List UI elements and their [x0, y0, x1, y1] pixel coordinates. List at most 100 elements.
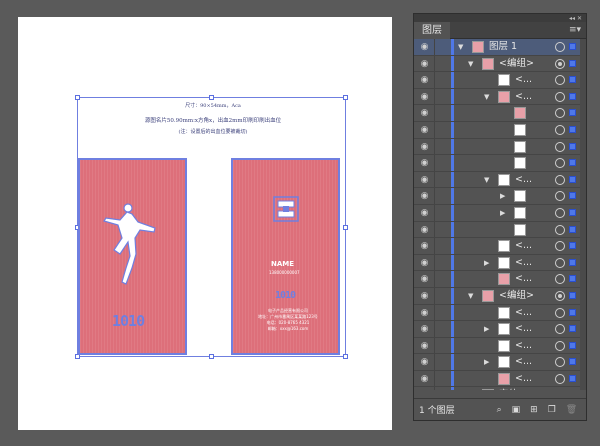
lock-toggle[interactable]: [434, 321, 435, 337]
target-circle-icon[interactable]: [555, 174, 565, 185]
target-circle-icon[interactable]: [555, 241, 565, 252]
layer-row[interactable]: ◉: [414, 121, 586, 139]
selection-indicator[interactable]: [569, 358, 576, 366]
lock-toggle[interactable]: [434, 287, 435, 304]
layer-name[interactable]: <...: [515, 273, 532, 285]
selection-indicator[interactable]: [569, 341, 576, 349]
selection-indicator[interactable]: [569, 175, 576, 183]
chevron-down-icon[interactable]: ▼: [484, 93, 489, 101]
selection-indicator[interactable]: [569, 225, 576, 233]
selection-indicator[interactable]: [569, 159, 576, 167]
layer-row[interactable]: ◉ <...: [414, 337, 586, 355]
resize-handle-bc[interactable]: [209, 354, 214, 359]
lock-toggle[interactable]: [434, 72, 435, 88]
layer-row[interactable]: ◉ ▼ <编组>: [414, 287, 586, 305]
target-circle-icon[interactable]: [555, 224, 565, 235]
layer-row[interactable]: ◉ ▶ <...: [414, 254, 586, 272]
visibility-eye-icon[interactable]: ◉: [419, 258, 430, 268]
visibility-eye-icon[interactable]: ◉: [419, 42, 430, 52]
lock-toggle[interactable]: [434, 254, 435, 271]
lock-toggle[interactable]: [434, 204, 435, 221]
visibility-eye-icon[interactable]: ◉: [419, 92, 430, 102]
selection-indicator[interactable]: [569, 109, 576, 117]
layer-row[interactable]: ◉ ▶: [414, 204, 586, 222]
new-sublayer-icon[interactable]: ⊞: [530, 405, 538, 415]
business-card-front[interactable]: 1010: [78, 158, 187, 355]
visibility-eye-icon[interactable]: ◉: [419, 75, 430, 85]
target-circle-icon[interactable]: [555, 158, 565, 169]
visibility-eye-icon[interactable]: ◉: [419, 108, 430, 118]
visibility-eye-icon[interactable]: ◉: [419, 357, 430, 367]
visibility-eye-icon[interactable]: ◉: [419, 59, 430, 69]
target-circle-icon[interactable]: [555, 207, 565, 218]
delete-icon[interactable]: 🗑: [566, 405, 577, 415]
layer-name[interactable]: <...: [515, 373, 532, 385]
selection-indicator[interactable]: [569, 76, 576, 84]
lock-toggle[interactable]: [434, 88, 435, 105]
visibility-eye-icon[interactable]: ◉: [419, 225, 430, 235]
selection-indicator[interactable]: [569, 242, 576, 250]
chevron-down-icon[interactable]: ▼: [484, 176, 489, 184]
collapse-panel-icon[interactable]: ◂◂ ✕: [569, 15, 582, 22]
lock-toggle[interactable]: [434, 188, 435, 204]
visibility-eye-icon[interactable]: ◉: [419, 291, 430, 301]
chevron-right-icon[interactable]: ▶: [500, 209, 505, 217]
artboard[interactable]: 尺寸：90×54mm，Aca 源图名片50.90mm:ⅹ方角x，出血2mm印刷印…: [18, 17, 392, 430]
panel-menu-icon[interactable]: ≡▾: [569, 25, 586, 35]
selection-indicator[interactable]: [569, 208, 576, 216]
layer-row[interactable]: ◉ ▶ <...: [414, 354, 586, 371]
layer-row[interactable]: ◉: [414, 221, 586, 239]
target-circle-icon[interactable]: [555, 307, 565, 318]
selection-indicator[interactable]: [569, 92, 576, 100]
target-circle-icon[interactable]: [555, 340, 565, 351]
layer-name[interactable]: <...: [515, 356, 532, 368]
target-circle-icon[interactable]: [555, 373, 565, 384]
new-layer-icon[interactable]: ❐: [548, 405, 556, 415]
layer-name[interactable]: <...: [515, 240, 532, 252]
selection-indicator[interactable]: [569, 308, 576, 316]
visibility-eye-icon[interactable]: ◉: [419, 374, 430, 384]
layer-name[interactable]: <...: [515, 307, 532, 319]
visibility-eye-icon[interactable]: ◉: [419, 208, 430, 218]
layer-list-scrollbar[interactable]: [580, 39, 586, 390]
lock-toggle[interactable]: [434, 138, 435, 155]
layer-name[interactable]: <编组>: [499, 58, 534, 70]
target-circle-icon[interactable]: [555, 191, 565, 202]
target-circle-icon[interactable]: [555, 108, 565, 119]
business-card-back[interactable]: NAME 138000000007 1010 电子产品经营有限公司 地址：广州市…: [231, 158, 340, 355]
target-circle-icon[interactable]: [555, 324, 565, 335]
selection-indicator[interactable]: [569, 43, 576, 50]
selection-indicator[interactable]: [569, 275, 576, 283]
layer-row[interactable]: ◉ <...: [414, 72, 586, 89]
layer-row[interactable]: ◉ <...: [414, 304, 586, 322]
layer-row[interactable]: ◉ <...: [414, 271, 586, 288]
lock-toggle[interactable]: [434, 121, 435, 138]
layer-row[interactable]: ◉ ▶: [414, 188, 586, 205]
target-circle-icon[interactable]: [555, 42, 565, 52]
lock-toggle[interactable]: [434, 39, 435, 55]
layer-row[interactable]: ◉ ▼ <编组>: [414, 55, 586, 73]
layer-row[interactable]: ◉ ▶ <...: [414, 321, 586, 338]
lock-toggle[interactable]: [434, 238, 435, 254]
visibility-eye-icon[interactable]: ◉: [419, 341, 430, 351]
lock-toggle[interactable]: [434, 337, 435, 354]
clip-icon[interactable]: ▣: [512, 405, 521, 415]
visibility-eye-icon[interactable]: ◉: [419, 324, 430, 334]
chevron-down-icon[interactable]: ▼: [458, 43, 463, 51]
resize-handle-mr[interactable]: [343, 225, 348, 230]
lock-toggle[interactable]: [434, 304, 435, 321]
visibility-eye-icon[interactable]: ◉: [419, 191, 430, 201]
selection-indicator[interactable]: [569, 258, 576, 266]
target-circle-icon[interactable]: [555, 357, 565, 368]
chevron-down-icon[interactable]: ▼: [468, 292, 473, 300]
resize-handle-tr[interactable]: [343, 95, 348, 100]
selection-indicator[interactable]: [569, 291, 576, 299]
lock-toggle[interactable]: [434, 271, 435, 287]
visibility-eye-icon[interactable]: ◉: [419, 241, 430, 251]
target-circle-icon[interactable]: [555, 58, 565, 69]
layer-row[interactable]: ◉ ▼ <...: [414, 171, 586, 189]
target-circle-icon[interactable]: [555, 290, 565, 301]
layer-name[interactable]: <...: [515, 174, 532, 186]
target-circle-icon[interactable]: [555, 257, 565, 268]
lock-toggle[interactable]: [434, 387, 435, 390]
